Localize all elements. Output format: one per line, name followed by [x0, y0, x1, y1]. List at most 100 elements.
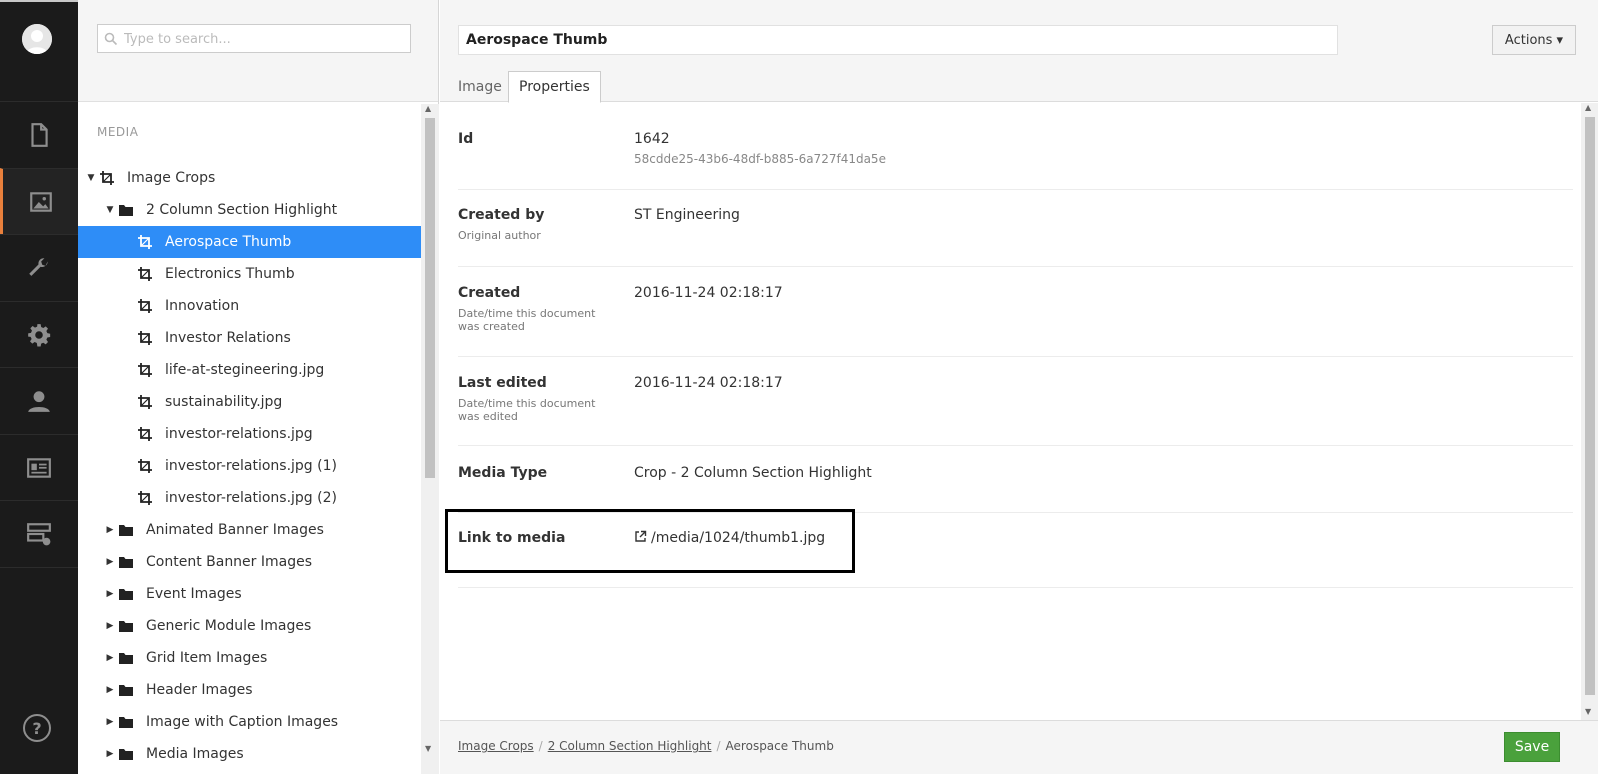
- editor-header: Actions ▾ Image Properties: [440, 0, 1598, 103]
- tab-image[interactable]: Image: [448, 71, 512, 103]
- tree-node[interactable]: ▶ Event Images: [78, 578, 421, 610]
- help-icon[interactable]: ?: [23, 714, 51, 742]
- crop-icon: [137, 490, 153, 506]
- tree-node[interactable]: ▶ Generic Module Images: [78, 610, 421, 642]
- scroll-down-arrow-icon[interactable]: ▼: [425, 744, 431, 753]
- editor-panel: Actions ▾ Image Properties Id 1642 58cdd…: [440, 0, 1598, 774]
- tree-scrollbar-thumb[interactable]: [425, 118, 435, 478]
- tree-node-label: Aerospace Thumb: [165, 234, 292, 250]
- tree-node[interactable]: ▼ Image Crops: [78, 162, 421, 194]
- tree-node[interactable]: life-at-stegineering.jpg: [78, 354, 421, 386]
- breadcrumb-current: Aerospace Thumb: [725, 739, 834, 753]
- tree-node-label: Image Crops: [127, 170, 216, 186]
- tab-properties[interactable]: Properties: [508, 71, 601, 103]
- scroll-up-arrow-icon[interactable]: ▲: [1585, 103, 1591, 112]
- property-description: Original author: [458, 229, 541, 242]
- section-content[interactable]: [0, 101, 78, 167]
- tree-node[interactable]: ▶ Content Banner Images: [78, 546, 421, 578]
- crop-icon: [137, 458, 153, 474]
- media-link[interactable]: /media/1024/thumb1.jpg: [634, 530, 825, 546]
- id-card-icon: [27, 457, 51, 478]
- caret-right-icon[interactable]: ▶: [105, 621, 115, 631]
- caret-right-icon[interactable]: ▶: [105, 749, 115, 759]
- section-developer[interactable]: [0, 234, 78, 300]
- tree-node[interactable]: ▶ Header Images: [78, 674, 421, 706]
- property-guid: 58cdde25-43b6-48df-b885-6a727f41da5e: [634, 152, 886, 166]
- caret-right-icon[interactable]: ▶: [105, 557, 115, 567]
- caret-right-icon[interactable]: ▶: [105, 717, 115, 727]
- tree-node[interactable]: investor-relations.jpg: [78, 418, 421, 450]
- tree-node[interactable]: Investor Relations: [78, 322, 421, 354]
- folder-icon: [118, 682, 134, 698]
- search-icon: [104, 32, 118, 46]
- external-link-icon: [635, 530, 647, 542]
- property-description: Date/time this document was created: [458, 307, 596, 333]
- tree-node-label: Innovation: [165, 298, 240, 314]
- property-link-to-media: Link to media /media/1024/thumb1.jpg: [445, 509, 1573, 588]
- section-media[interactable]: [0, 168, 78, 234]
- tree-node[interactable]: Electronics Thumb: [78, 258, 421, 290]
- search-box[interactable]: [97, 24, 411, 53]
- crop-icon: [137, 426, 153, 442]
- caret-right-icon[interactable]: ▶: [105, 525, 115, 535]
- property-value: 2016-11-24 02:18:17: [634, 375, 783, 391]
- tree-node[interactable]: ▶ Image with Caption Images: [78, 706, 421, 738]
- scroll-down-arrow-icon[interactable]: ▼: [1585, 707, 1591, 716]
- caret-right-icon[interactable]: ▶: [105, 653, 115, 663]
- crop-icon: [137, 298, 153, 314]
- property-label: Last edited: [458, 375, 547, 391]
- user-avatar[interactable]: [22, 24, 52, 54]
- section-members[interactable]: [0, 434, 78, 500]
- breadcrumb-link-2-column-section-highlight[interactable]: 2 Column Section Highlight: [548, 739, 712, 753]
- folder-icon: [118, 650, 134, 666]
- tree-node[interactable]: ▶ Grid Item Images: [78, 642, 421, 674]
- tree-node[interactable]: sustainability.jpg: [78, 386, 421, 418]
- tree-scrollbar[interactable]: ▲ ▼: [421, 104, 439, 774]
- crop-icon: [137, 266, 153, 282]
- caret-right-icon[interactable]: ▶: [105, 589, 115, 599]
- tree-node[interactable]: investor-relations.jpg (2): [78, 482, 421, 514]
- tree-node[interactable]: ▼ 2 Column Section Highlight: [78, 194, 421, 226]
- scroll-up-arrow-icon[interactable]: ▲: [425, 104, 431, 113]
- tree-section-title: MEDIA: [97, 125, 139, 139]
- node-name-input[interactable]: [458, 25, 1338, 55]
- actions-button[interactable]: Actions ▾: [1492, 25, 1576, 55]
- properties-content: Id 1642 58cdde25-43b6-48df-b885-6a727f41…: [440, 103, 1581, 720]
- editor-scrollbar-thumb[interactable]: [1585, 117, 1595, 695]
- editor-footer: Image Crops/2 Column Section Highlight / A…: [440, 720, 1598, 774]
- breadcrumb-link-image-crops[interactable]: Image Crops: [458, 739, 534, 753]
- tree-search-area: [78, 0, 438, 102]
- tree-node-label: Header Images: [146, 682, 253, 698]
- media-link-text: /media/1024/thumb1.jpg: [651, 530, 826, 546]
- tree-node[interactable]: ▶ Animated Banner Images: [78, 514, 421, 546]
- caret-down-icon[interactable]: ▼: [86, 173, 96, 183]
- tree-node[interactable]: Aerospace Thumb: [78, 226, 421, 258]
- tree-node[interactable]: Innovation: [78, 290, 421, 322]
- tree-node-label: Content Banner Images: [146, 554, 313, 570]
- save-button[interactable]: Save: [1504, 732, 1560, 762]
- tree-node-label: sustainability.jpg: [165, 394, 283, 410]
- property-label: Id: [458, 131, 474, 147]
- folder-icon: [118, 618, 134, 634]
- property-created: Created Date/time this document was crea…: [458, 285, 1573, 357]
- property-id: Id 1642 58cdde25-43b6-48df-b885-6a727f41…: [458, 131, 1573, 190]
- section-forms[interactable]: [0, 500, 78, 566]
- tree-node-label: Generic Module Images: [146, 618, 312, 634]
- property-last-edited: Last edited Date/time this document was …: [458, 375, 1573, 446]
- folder-icon: [118, 714, 134, 730]
- property-value: Crop - 2 Column Section Highlight: [634, 465, 872, 481]
- image-icon: [29, 191, 52, 212]
- section-settings[interactable]: [0, 301, 78, 367]
- search-input[interactable]: [122, 29, 402, 49]
- tree-node-label: investor-relations.jpg (1): [165, 458, 337, 474]
- crop-icon: [137, 234, 153, 250]
- tree-node[interactable]: investor-relations.jpg (1): [78, 450, 421, 482]
- tree-list: ▼ Image Crops ▼ 2 Column Section Highlight A…: [78, 162, 421, 770]
- property-created-by: Created by Original author ST Engineerin…: [458, 207, 1573, 267]
- editor-scrollbar[interactable]: ▲ ▼: [1581, 103, 1598, 720]
- tree-node[interactable]: ▶ Media Images: [78, 738, 421, 770]
- tree-node-label: Animated Banner Images: [146, 522, 324, 538]
- caret-right-icon[interactable]: ▶: [105, 685, 115, 695]
- section-users[interactable]: [0, 367, 78, 433]
- caret-down-icon[interactable]: ▼: [105, 205, 115, 215]
